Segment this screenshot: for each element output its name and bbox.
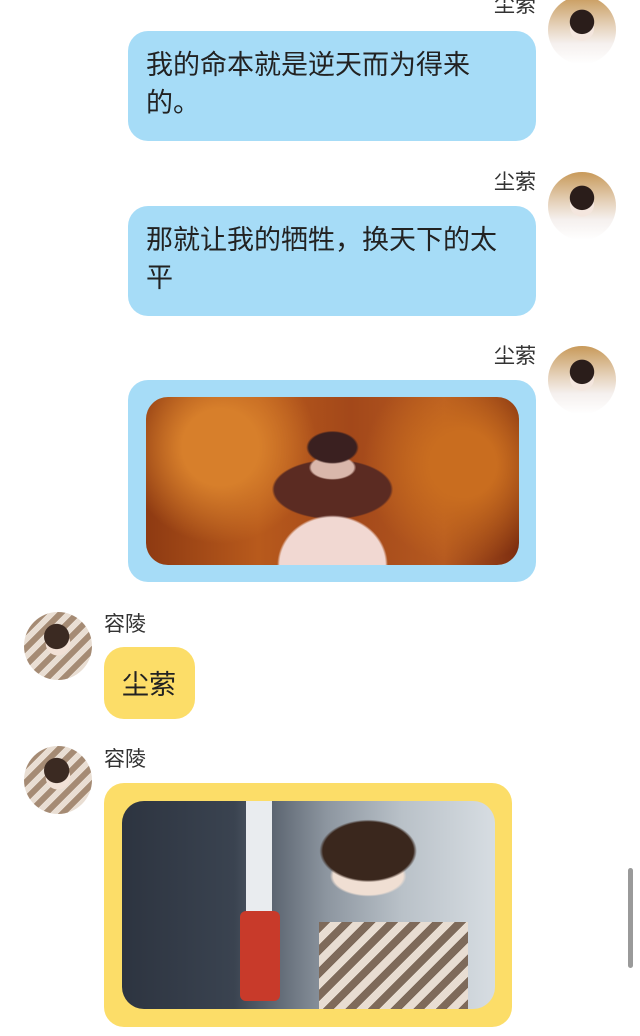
sender-name: 容陵: [104, 747, 146, 771]
avatar[interactable]: [548, 0, 616, 64]
photo-woman-red-background[interactable]: [146, 397, 519, 565]
avatar[interactable]: [548, 346, 616, 414]
sword-blade: [246, 801, 272, 911]
message-bubble[interactable]: 那就让我的牺牲，换天下的太平: [128, 206, 536, 316]
sender-name: 尘萦: [494, 344, 536, 368]
message-text: 尘萦: [122, 670, 176, 701]
sword-hilt: [240, 911, 280, 1001]
message-text: 我的命本就是逆天而为得来的。: [146, 50, 470, 119]
image-bubble[interactable]: [128, 380, 536, 582]
scrollbar[interactable]: [628, 868, 633, 968]
message-text: 那就让我的牺牲，换天下的太平: [146, 225, 497, 294]
sender-name: 容陵: [104, 612, 146, 636]
avatar[interactable]: [24, 746, 92, 814]
image-bubble[interactable]: [104, 783, 512, 1027]
message-bubble[interactable]: 尘萦: [104, 647, 195, 719]
sender-name: 尘萦: [494, 0, 536, 17]
avatar[interactable]: [548, 172, 616, 240]
sender-name: 尘萦: [494, 170, 536, 194]
message-bubble[interactable]: 我的命本就是逆天而为得来的。: [128, 31, 536, 141]
photo-man-costume[interactable]: [122, 801, 495, 1009]
avatar[interactable]: [24, 612, 92, 680]
